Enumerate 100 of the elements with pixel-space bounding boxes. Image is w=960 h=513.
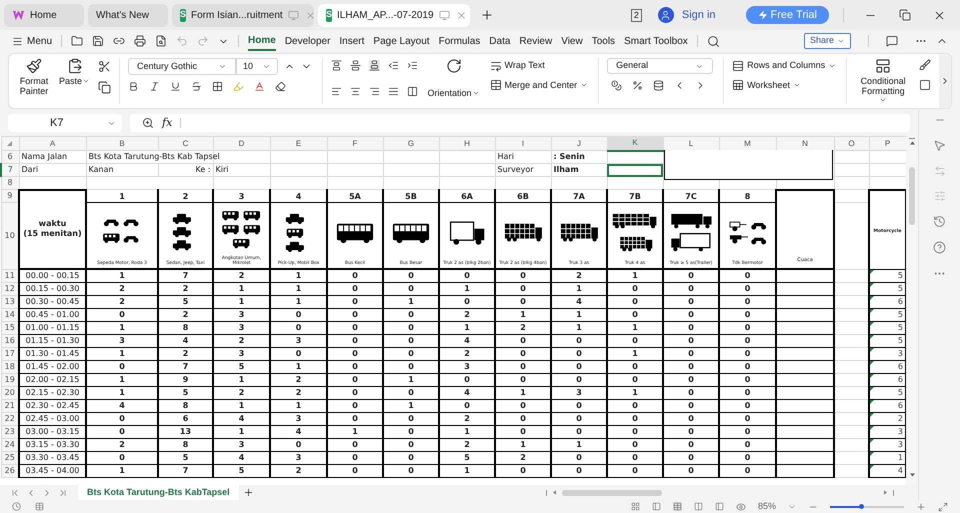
document-tab[interactable]: S ILHAM_AP...-07-2019 [318,4,470,26]
count-cell: 0 [408,414,414,423]
count-cell: 2 [182,310,188,319]
orientation-button[interactable]: Orientation [428,58,480,104]
column-header[interactable]: D [213,136,270,150]
column-header[interactable]: J [551,136,607,150]
ribbon-tab[interactable]: Home [248,31,276,51]
column-header[interactable]: O [834,136,869,150]
ribbon-tab[interactable]: Tools [592,31,616,51]
count-cell: 13 [180,427,192,436]
zoom-level[interactable]: 85% [758,500,776,513]
count-cell: 0 [576,427,582,436]
time-cell: 01.00 - 01.15 [26,323,80,332]
count-cell: 2 [119,297,125,306]
column-header[interactable]: N [776,136,834,150]
field-value: Kanan [88,165,114,174]
count-cell: 0 [520,375,526,384]
count-cell: 0 [520,401,526,410]
count-cell: 0 [352,401,358,410]
row-number[interactable]: 10 [4,230,15,240]
tab-label: Form Isian...ruitment [191,8,283,22]
ribbon-tab[interactable]: Page Layout [373,31,430,51]
formula-field[interactable]: fx [130,114,910,132]
column-header[interactable]: B [86,136,158,150]
sheet-tab[interactable]: Bts Kota Tarutung-Bts KabTapsel [78,485,239,500]
count-cell: 0 [744,297,750,306]
count-cell: 4 [182,336,188,345]
count-cell: 0 [632,401,638,410]
count-cell: 0 [408,284,414,293]
column-header[interactable]: G [383,136,439,150]
count-cell: 0 [744,362,750,371]
count-cell: 1 [576,284,582,293]
font-size-field[interactable]: 10 [236,58,278,75]
column-header[interactable]: M [719,136,776,150]
column-header[interactable]: F [327,136,383,150]
column-header[interactable]: E [270,136,327,150]
count-cell: 1 [119,388,125,397]
format-painter-button[interactable]: Format Painter [17,58,51,96]
count-cell: 1 [520,440,526,449]
value-cell: 4 [898,466,903,475]
count-cell: 0 [352,297,358,306]
column-header[interactable]: H [439,136,495,150]
ribbon-tab[interactable]: Insert [339,31,364,51]
paste-button[interactable]: Paste [59,58,90,86]
window-count-badge[interactable]: 2 [630,8,642,22]
ribbon-tab[interactable]: Data [489,31,510,51]
column-header[interactable]: L [663,136,719,150]
count-cell: 0 [352,440,358,449]
name-box[interactable]: K7 [8,114,122,132]
count-cell: 1 [352,427,358,436]
count-cell: 2 [464,414,470,423]
column-header[interactable]: A [19,136,86,150]
column-header[interactable]: I [495,136,551,150]
class-code: 4 [296,192,302,200]
count-cell: 1 [408,297,414,306]
time-cell: 00.00 - 00.15 [26,271,80,280]
worksheet-button[interactable]: Worksheet [732,78,836,92]
tab-label: Home [30,8,57,22]
time-cell: 01.45 - 02.00 [26,362,80,371]
function-label[interactable]: fx [162,114,172,132]
count-cell: 3 [296,453,302,462]
count-cell: 0 [576,401,582,410]
count-cell: 2 [238,336,244,345]
sign-in-link[interactable]: Sign in [682,6,716,24]
count-cell: 0 [688,375,694,384]
column-header[interactable]: P [869,136,906,150]
count-cell: 1 [119,466,125,475]
rows-columns-button[interactable]: Rows and Columns [732,59,836,72]
ribbon-tab[interactable]: Smart Toolbox [624,31,688,51]
ribbon-tab[interactable]: View [561,31,583,51]
count-cell: 3 [464,362,470,371]
font-name-field[interactable]: Century Gothic [128,58,236,75]
share-button[interactable]: Share [804,33,851,49]
count-cell: 0 [408,388,414,397]
merge-center-button[interactable]: Merge and Center [490,78,588,92]
count-cell: 0 [744,440,750,449]
ribbon-tab[interactable]: Developer [284,31,330,51]
ribbon-tab[interactable]: Review [519,31,552,51]
document-tab[interactable]: What's New [88,4,168,26]
wrap-text-button[interactable]: Wrap Text [490,59,588,72]
time-cell: 01.15 - 01.30 [26,336,80,345]
number-format-field[interactable]: General [607,58,714,74]
count-cell: 4 [464,336,470,345]
count-cell: 0 [744,466,750,475]
count-cell: 7 [182,466,188,475]
column-header[interactable]: K [607,136,663,150]
count-cell: 0 [352,336,358,345]
document-tab[interactable]: S Form Isian...ruitment [172,4,314,26]
count-cell: 0 [464,375,470,384]
count-cell: 1 [296,284,302,293]
count-cell: 0 [520,466,526,475]
count-cell: 0 [576,375,582,384]
value-cell: 6 [898,401,903,410]
column-header[interactable]: C [158,136,213,150]
document-tab[interactable]: Home [4,4,84,26]
menu-button[interactable]: Menu [27,34,52,48]
count-cell: 2 [182,284,188,293]
value-cell: 6 [898,297,903,306]
ribbon-tab[interactable]: Formulas [438,31,480,51]
conditional-formatting-button[interactable]: Conditional Formatting [855,58,912,104]
